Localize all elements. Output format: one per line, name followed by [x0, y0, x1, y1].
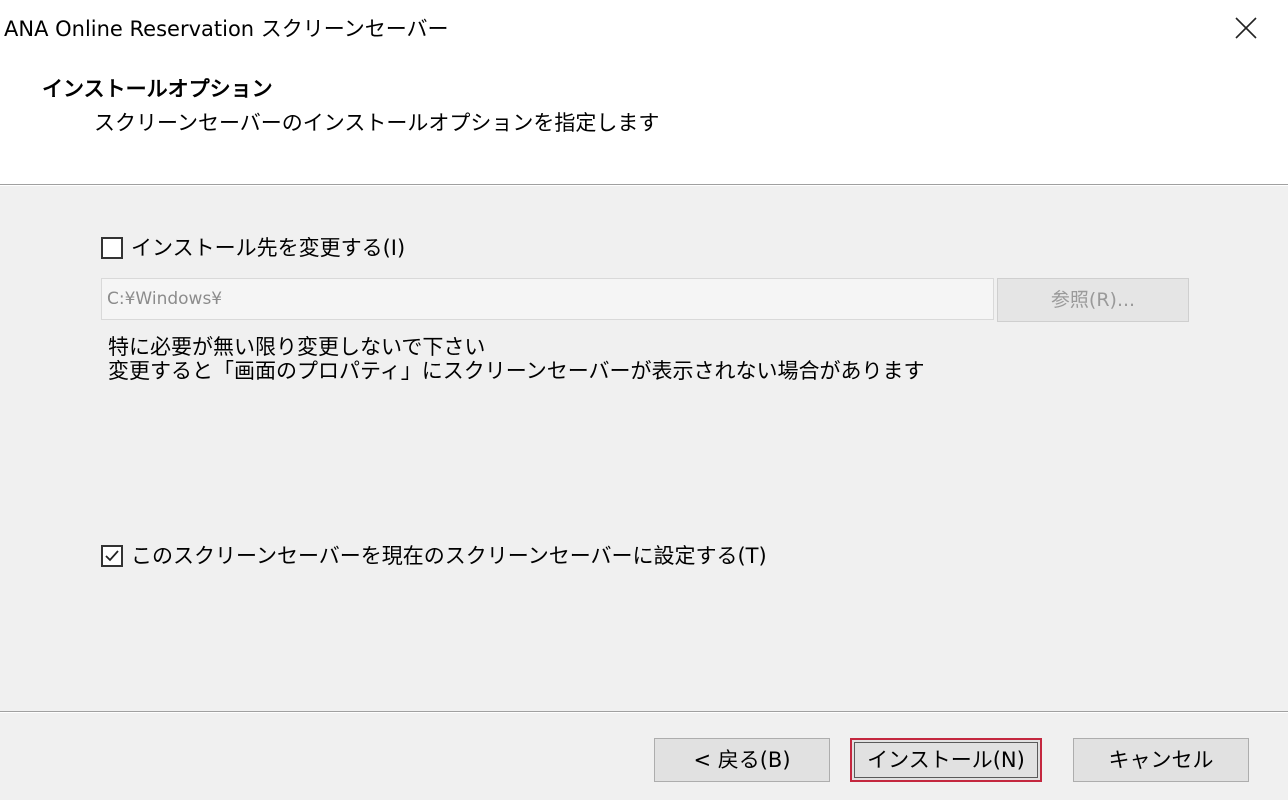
page-subtitle: スクリーンセーバーのインストールオプションを指定します	[94, 111, 660, 135]
install-path-field[interactable]: C:¥Windows¥	[101, 278, 994, 320]
checkbox-checked-icon[interactable]	[101, 545, 123, 567]
install-button[interactable]: インストール(N)	[850, 738, 1042, 782]
title-bar: ANA Online Reservation スクリーンセーバー	[0, 0, 1288, 60]
page-title: インストールオプション	[42, 77, 273, 101]
change-destination-label: インストール先を変更する(I)	[131, 236, 406, 260]
close-icon	[1235, 17, 1257, 39]
browse-button[interactable]: 参照(R)...	[997, 278, 1189, 322]
footer-divider	[0, 711, 1288, 713]
checkbox-unchecked-icon[interactable]	[101, 237, 123, 259]
cancel-button[interactable]: キャンセル	[1073, 738, 1249, 782]
focus-rect	[854, 742, 1038, 778]
header-divider	[0, 184, 1288, 186]
wizard-header: インストールオプション スクリーンセーバーのインストールオプションを指定します	[0, 60, 1288, 184]
close-button[interactable]	[1226, 10, 1266, 44]
back-button[interactable]: < 戻る(B)	[654, 738, 830, 782]
note-line-2: 変更すると「画面のプロパティ」にスクリーンセーバーが表示されない場合があります	[108, 359, 925, 383]
note-line-1: 特に必要が無い限り変更しないで下さい	[108, 335, 486, 359]
set-current-screensaver-label: このスクリーンセーバーを現在のスクリーンセーバーに設定する(T)	[131, 544, 767, 568]
window-title: ANA Online Reservation スクリーンセーバー	[4, 17, 449, 41]
